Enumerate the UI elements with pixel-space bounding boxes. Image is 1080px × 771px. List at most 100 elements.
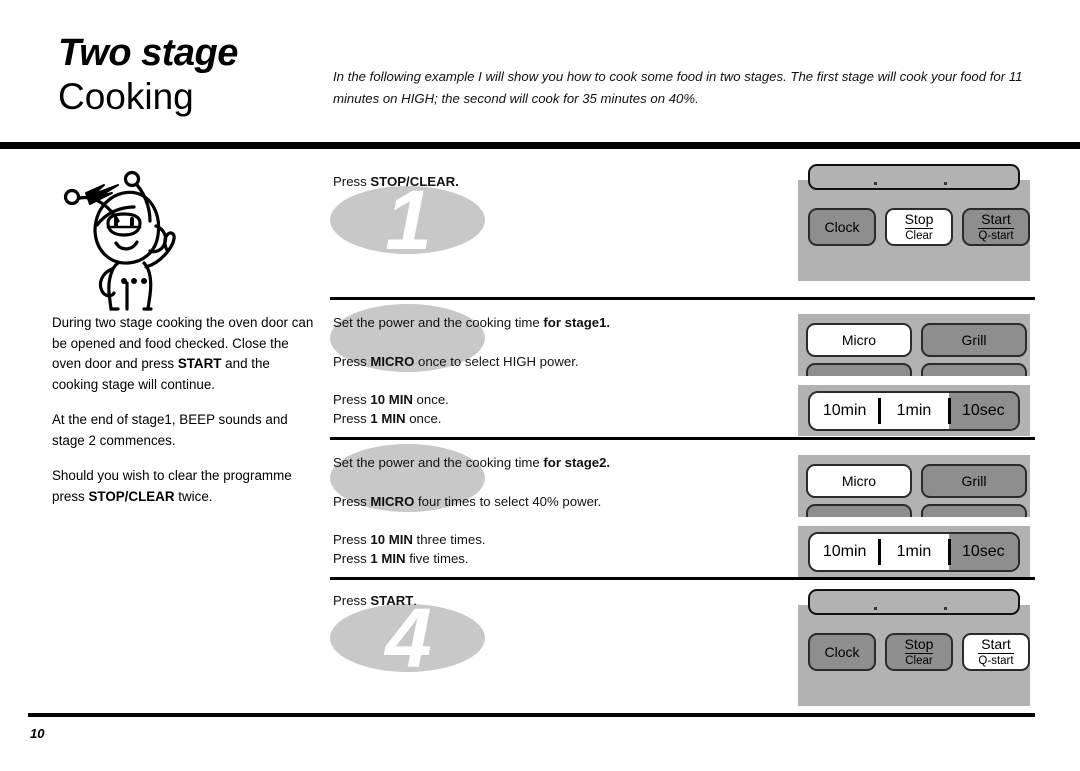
step-4-line-1: Press START. [333, 592, 793, 611]
step-3-line-1: Set the power and the cooking time for s… [333, 454, 793, 473]
stop-clear-button[interactable]: Stop Clear [885, 208, 953, 246]
sidebar-p3-part3: twice. [174, 488, 213, 504]
qstart-button-label: Q-start [978, 653, 1014, 668]
power-ghost-button-right[interactable] [921, 504, 1027, 517]
clock-button-label: Clock [824, 218, 860, 235]
step-3-line-3: Press 10 MIN three times. [333, 531, 793, 550]
control-panel-step-1: Clock Stop Clear Start Q-start [798, 164, 1030, 281]
one-min-button[interactable]: 1min [878, 534, 949, 570]
step-1-line-1: Press STOP/CLEAR. [333, 173, 793, 192]
ten-min-button[interactable]: 10min [810, 534, 880, 570]
power-ghost-button-right[interactable] [921, 363, 1027, 376]
step-1-numeral-badge: 1 [330, 178, 485, 262]
start-button-label: Start [981, 210, 1011, 227]
step-3-l2-c: four times to select 40% power. [414, 493, 602, 509]
micro-button-label: Micro [841, 331, 877, 348]
step-2-text: Set the power and the cooking time for s… [333, 314, 793, 429]
step-3-l4-c: five times. [405, 551, 469, 567]
step-2-line-1: Set the power and the cooking time for s… [333, 314, 793, 333]
step-3-l1-b: for stage2. [543, 455, 611, 470]
step-1-text: Press STOP/CLEAR. [333, 173, 793, 192]
sidebar-paragraph-3: Should you wish to clear the programme p… [52, 466, 314, 507]
ten-min-button[interactable]: 10min [810, 393, 880, 429]
page-title-line2: Cooking [58, 76, 194, 117]
page-number: 10 [30, 726, 45, 741]
time-button-bar-step-3: 10min 1min 10sec [808, 532, 1020, 572]
step-3-l4-a: Press [333, 551, 371, 567]
stop-clear-button[interactable]: Stop Clear [885, 633, 953, 671]
one-min-button[interactable]: 1min [878, 393, 949, 429]
power-ghost-button-left[interactable] [806, 363, 912, 376]
step-3-l4-b: 1 MIN [370, 551, 406, 567]
footer-divider-rule [28, 713, 1035, 717]
step-2-l1-a: Set the power and the cooking time [333, 315, 544, 330]
step-2-line-2: Press MICRO once to select HIGH power. [333, 353, 793, 372]
step-2-l3-c: once. [412, 392, 449, 408]
step-2-l2-b: MICRO [370, 353, 415, 369]
micro-button[interactable]: Micro [806, 323, 912, 357]
button-row-step-4: Clock Stop Clear Start Q-start [808, 633, 1030, 671]
clock-button[interactable]: Clock [808, 633, 876, 671]
micro-button[interactable]: Micro [806, 464, 912, 498]
step-4-l1-a: Press [333, 593, 371, 608]
stop-button-label: Stop [904, 635, 934, 652]
display-window-step-4 [808, 589, 1020, 615]
step-3-l2-b: MICRO [370, 493, 415, 509]
micro-button-label: Micro [841, 472, 877, 489]
step-2-l2-a: Press [333, 353, 371, 369]
stop-button-label: Stop [904, 210, 934, 227]
step-2-line-3: Press 10 MIN once. [333, 391, 793, 410]
control-panel-step-3-time: 10min 1min 10sec [798, 526, 1030, 577]
sidebar-notes: During two stage cooking the oven door c… [52, 313, 314, 507]
clear-button-label: Clear [905, 653, 933, 668]
mascot-illustration [48, 163, 208, 313]
clock-button-label: Clock [824, 643, 860, 660]
step-3-l3-a: Press [333, 532, 371, 548]
power-button-row-step-3-partial [806, 504, 1027, 517]
control-panel-step-3-power: Micro Grill [798, 455, 1030, 517]
step-3-line-2: Press MICRO four times to select 40% pow… [333, 493, 793, 512]
step-4-l1-c: . [413, 593, 418, 608]
power-button-row-step-3: Micro Grill [806, 464, 1027, 498]
power-ghost-button-left[interactable] [806, 504, 912, 517]
button-row-step-1: Clock Stop Clear Start Q-start [808, 208, 1030, 246]
step-2-l4-c: once. [405, 411, 442, 427]
step-2-l4-b: 1 MIN [370, 411, 406, 427]
sidebar-p3-strong: STOP/CLEAR [88, 488, 175, 504]
control-panel-step-4: Clock Stop Clear Start Q-start [798, 589, 1030, 706]
ten-sec-button[interactable]: 10sec [947, 393, 1018, 429]
step-2-l1-b: for stage1. [543, 315, 611, 330]
sidebar-paragraph-1: During two stage cooking the oven door c… [52, 313, 314, 395]
control-panel-step-2-power: Micro Grill [798, 314, 1030, 376]
grill-button-label: Grill [961, 331, 987, 348]
clock-button[interactable]: Clock [808, 208, 876, 246]
step-4-numeral-badge: 4 [330, 596, 485, 680]
display-dot-left [874, 607, 877, 610]
step-1-l1-b: STOP/CLEAR. [370, 174, 459, 189]
power-button-row-step-2: Micro Grill [806, 323, 1027, 357]
step-4-l1-b: START [370, 593, 414, 608]
control-panel-column: Clock Stop Clear Start Q-start Micro Gri… [798, 0, 1030, 771]
step-3-l1-a: Set the power and the cooking time [333, 455, 544, 470]
grill-button[interactable]: Grill [921, 464, 1027, 498]
step-3-l3-b: 10 MIN [370, 532, 413, 548]
start-button-label: Start [981, 635, 1011, 652]
qstart-button-label: Q-start [978, 228, 1014, 243]
display-window-step-1 [808, 164, 1020, 190]
step-2-l3-b: 10 MIN [370, 392, 413, 408]
display-dot-right [944, 607, 947, 610]
start-qstart-button[interactable]: Start Q-start [962, 633, 1030, 671]
page-title-line1: Two stage [58, 32, 238, 74]
step-3-text: Set the power and the cooking time for s… [333, 454, 793, 569]
display-dot-left [874, 182, 877, 185]
step-3-l2-a: Press [333, 493, 371, 509]
sidebar-p1-strong: START [177, 356, 222, 371]
step-2-l2-c: once to select HIGH power. [414, 353, 579, 369]
grill-button[interactable]: Grill [921, 323, 1027, 357]
start-qstart-button[interactable]: Start Q-start [962, 208, 1030, 246]
display-dot-right [944, 182, 947, 185]
step-2-line-4: Press 1 MIN once. [333, 410, 793, 429]
ten-sec-button[interactable]: 10sec [947, 534, 1018, 570]
page-title: Two stage Cooking [58, 34, 328, 119]
step-1-l1-a: Press [333, 174, 371, 189]
